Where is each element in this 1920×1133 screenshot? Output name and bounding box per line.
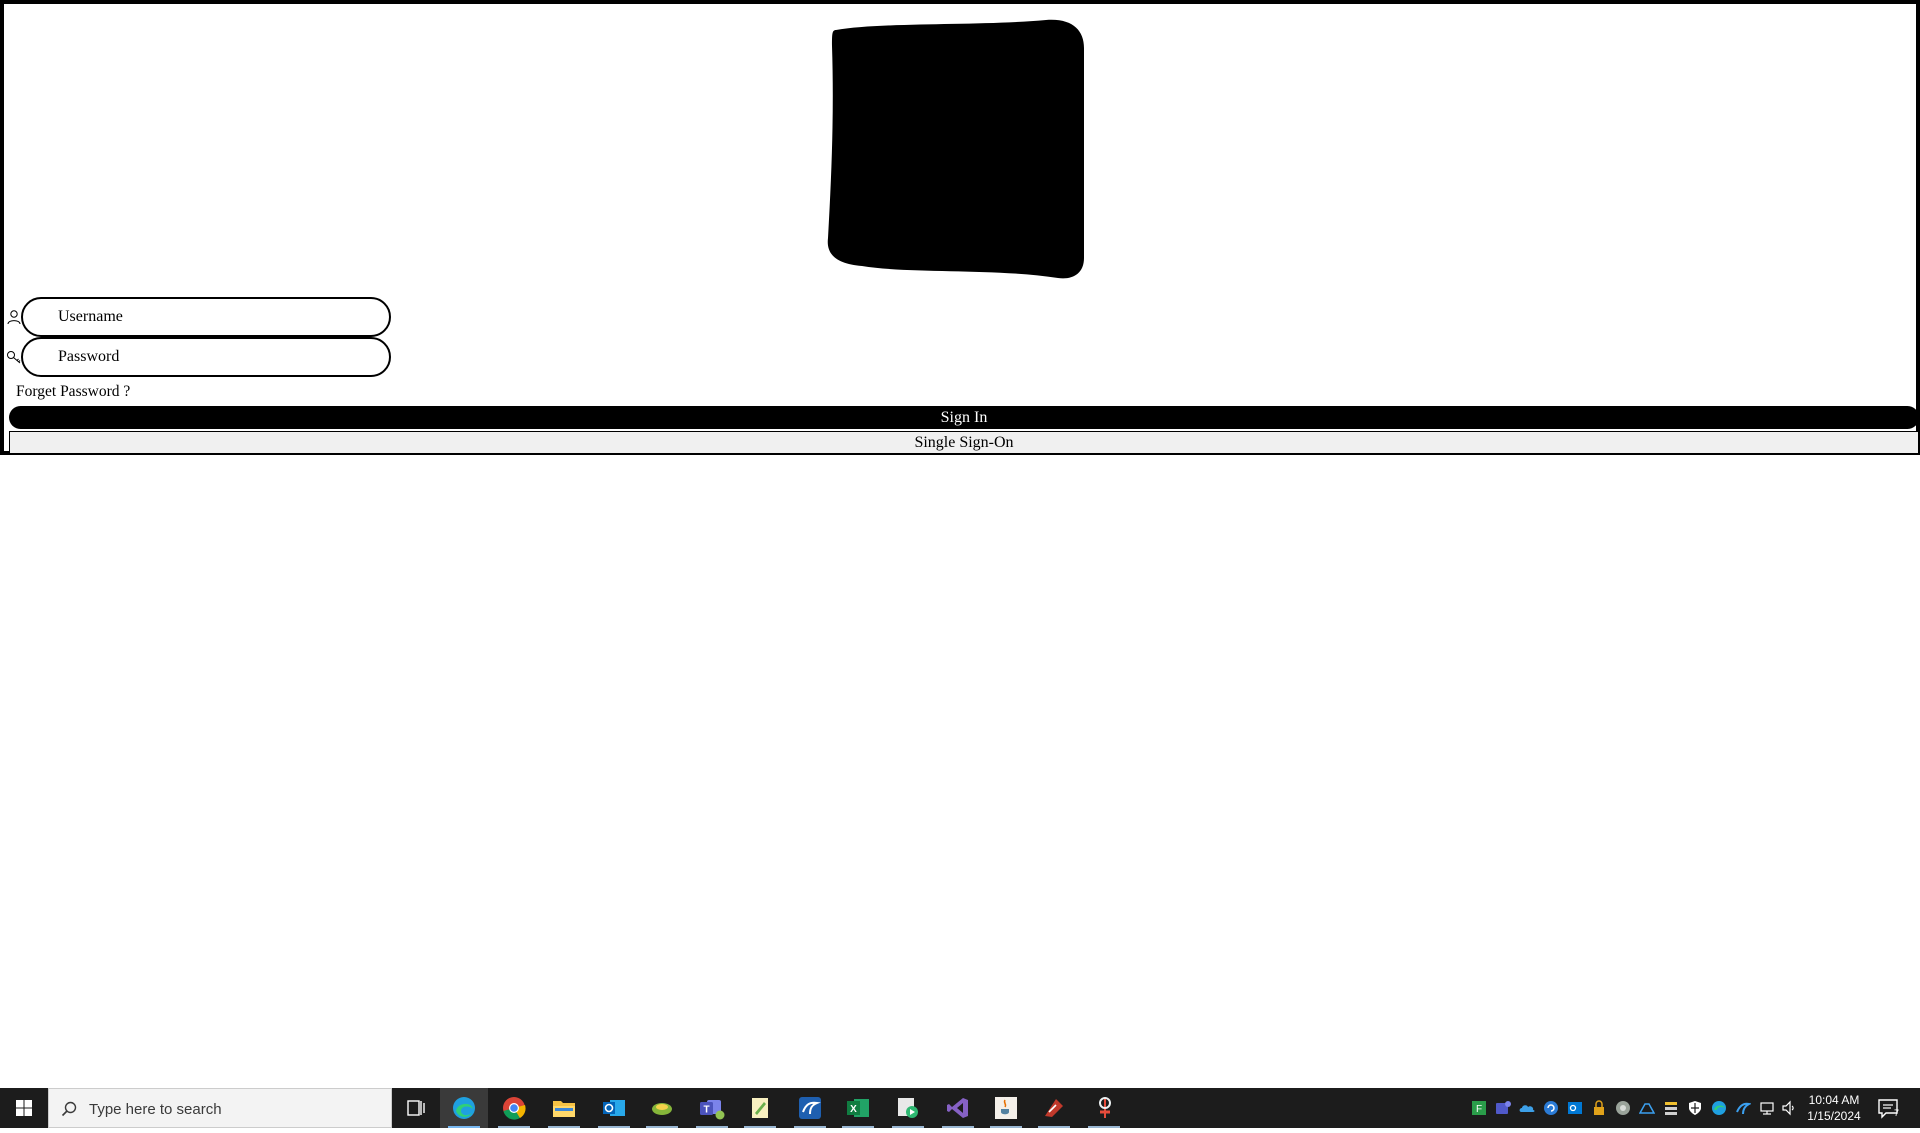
tray-sync-icon[interactable]: [1543, 1100, 1559, 1116]
forgot-password-link[interactable]: Forget Password ?: [16, 383, 130, 401]
taskbar-app-teams[interactable]: T: [688, 1088, 736, 1128]
teams-icon: T: [700, 1100, 725, 1120]
logo-image: [827, 19, 1084, 279]
svg-text:F: F: [1476, 1104, 1482, 1115]
start-button[interactable]: [0, 1088, 48, 1128]
app-blue-icon: [799, 1097, 821, 1119]
username-row: [4, 297, 394, 337]
java-icon: [995, 1097, 1017, 1119]
app-green-icon: [652, 1103, 672, 1115]
taskbar-app-red[interactable]: [1030, 1088, 1078, 1128]
network-icon[interactable]: [1759, 1100, 1775, 1116]
taskbar-app-blue[interactable]: [786, 1088, 834, 1128]
tray-outlook-icon[interactable]: [1567, 1100, 1583, 1116]
excel-icon: X: [847, 1099, 869, 1117]
chrome-icon: [503, 1097, 526, 1120]
password-row: [4, 337, 394, 377]
windows-icon: [16, 1100, 32, 1116]
taskbar-app-chrome[interactable]: [490, 1088, 538, 1128]
login-window: Forget Password ? Sign In Single Sign-On: [0, 0, 1920, 455]
tray-app-gray-icon[interactable]: [1615, 1100, 1631, 1116]
file-explorer-icon: [553, 1101, 575, 1117]
svg-text:T: T: [703, 1105, 709, 1116]
notepad-icon: [752, 1098, 768, 1118]
username-input[interactable]: [21, 297, 391, 337]
clock-time: 10:04 AM: [1808, 1093, 1860, 1107]
outlook-icon: [603, 1100, 625, 1116]
tray-app-green-icon[interactable]: F: [1471, 1100, 1487, 1116]
task-view-icon: [407, 1100, 425, 1116]
key-icon: [7, 351, 21, 364]
taskbar: Type here to search T X F 10:04 AM 1/15/…: [0, 1088, 1920, 1128]
svg-text:X: X: [850, 1104, 857, 1115]
search-placeholder: Type here to search: [89, 1101, 222, 1118]
volume-icon[interactable]: [1781, 1100, 1797, 1116]
edge-icon: [453, 1097, 475, 1119]
visual-studio-icon: [947, 1098, 968, 1118]
sign-in-button[interactable]: Sign In: [9, 406, 1919, 429]
taskbar-app-file-explorer[interactable]: [540, 1088, 588, 1128]
tray-app-blue-icon[interactable]: [1735, 1100, 1751, 1116]
app-tool-icon: [1099, 1097, 1111, 1118]
taskbar-search-box[interactable]: Type here to search: [48, 1088, 392, 1128]
taskbar-app-excel[interactable]: X: [834, 1088, 882, 1128]
user-icon: [7, 310, 21, 325]
taskbar-app-visual-studio[interactable]: [934, 1088, 982, 1128]
tray-onedrive-icon[interactable]: [1519, 1100, 1535, 1116]
notification-center-button[interactable]: 7: [1876, 1096, 1900, 1120]
tray-drive-icon[interactable]: [1639, 1100, 1655, 1116]
media-icon: [898, 1098, 918, 1118]
taskbar-app-green[interactable]: [638, 1088, 686, 1128]
notification-count: 7: [1893, 1108, 1899, 1118]
tray-teams-icon[interactable]: [1495, 1100, 1511, 1116]
taskbar-app-tool[interactable]: [1080, 1088, 1128, 1128]
taskbar-app-media[interactable]: [884, 1088, 932, 1128]
app-red-icon: [1045, 1099, 1063, 1117]
taskbar-app-java[interactable]: [982, 1088, 1030, 1128]
tray-lock-icon[interactable]: [1591, 1100, 1607, 1116]
tray-shield-icon[interactable]: [1687, 1100, 1703, 1116]
taskbar-app-edge[interactable]: [440, 1088, 488, 1128]
tray-edge-icon[interactable]: [1711, 1100, 1727, 1116]
clock-date: 1/15/2024: [1807, 1109, 1861, 1123]
clock[interactable]: 10:04 AM 1/15/2024: [1796, 1092, 1872, 1124]
single-sign-on-button[interactable]: Single Sign-On: [9, 431, 1919, 454]
task-view-button[interactable]: [392, 1088, 440, 1128]
taskbar-app-notepad[interactable]: [736, 1088, 784, 1128]
tray-app-stack-icon[interactable]: [1663, 1100, 1679, 1116]
password-input[interactable]: [21, 337, 391, 377]
taskbar-app-outlook[interactable]: [590, 1088, 638, 1128]
search-icon: [61, 1101, 77, 1117]
